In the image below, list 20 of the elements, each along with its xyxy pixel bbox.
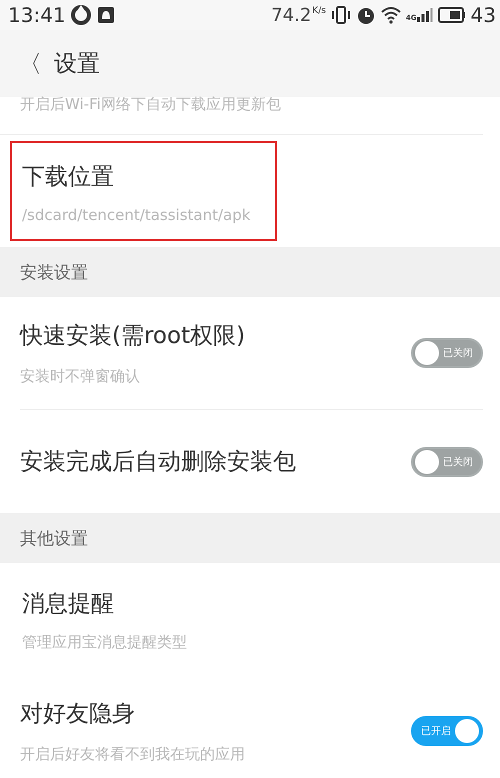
section-header: 安装设置 (20, 262, 88, 284)
speed-unit: K/s (312, 6, 326, 16)
page-title: 设置 (54, 50, 100, 79)
vibrate-icon (330, 5, 351, 25)
alarm-icon (356, 5, 376, 25)
wifi-icon (380, 5, 401, 25)
section-header: 其他设置 (20, 528, 88, 550)
back-button[interactable]: 〈 (14, 48, 46, 80)
setting-item[interactable]: 下载位置 /sdcard/tencent/tassistant/apk (10, 141, 278, 241)
clock-time: 13:41 (8, 3, 66, 27)
setting-title: 快速安装(需root权限) (20, 322, 246, 351)
setting-item[interactable]: 消息提醒 管理应用宝消息提醒类型 (10, 569, 214, 669)
setting-description: 安装时不弹窗确认 (20, 367, 141, 386)
setting-description: 开启后Wi-Fi网络下自动下载应用更新包 (20, 95, 281, 114)
setting-title: 安装完成后自动删除安装包 (20, 448, 296, 477)
battery-level: 43 (470, 3, 496, 27)
setting-description: 开启后好友将看不到我在玩的应用 (20, 745, 245, 764)
setting-title: 对好友隐身 (20, 700, 136, 729)
battery-icon (438, 7, 466, 23)
network-speed: 74.2 (271, 4, 312, 26)
